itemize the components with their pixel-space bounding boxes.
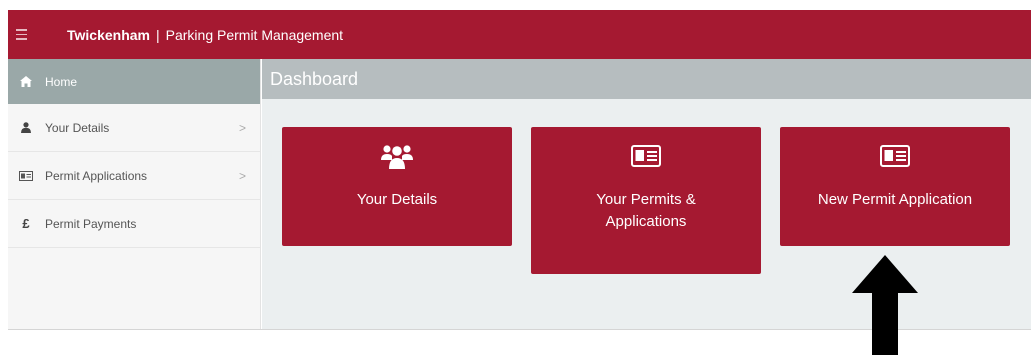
chevron-right-icon: > <box>238 120 246 135</box>
sidebar-item-label: Permit Applications <box>45 168 148 183</box>
sidebar-item-your-details[interactable]: Your Details > <box>8 104 260 152</box>
tile-your-details[interactable]: Your Details <box>282 127 512 246</box>
pound-icon: £ <box>22 216 30 231</box>
top-bar: Twickenham | Parking Permit Management <box>8 10 1031 59</box>
app-subtitle: Parking Permit Management <box>165 26 344 43</box>
id-card-icon <box>19 170 33 181</box>
tile-your-permits-applications[interactable]: Your Permits & Applications <box>531 127 761 274</box>
sidebar-item-label: Home <box>45 74 78 89</box>
tile-label: Your Details <box>356 191 438 208</box>
sidebar-item-permit-applications[interactable]: Permit Applications > <box>8 152 260 200</box>
sidebar-item-label: Permit Payments <box>45 216 137 231</box>
app-title: Twickenham | Parking Permit Management <box>67 27 343 43</box>
page-title: Dashboard <box>262 59 1031 99</box>
brand-name: Twickenham <box>67 26 150 43</box>
tile-label: Your Permits & Applications <box>596 191 696 230</box>
home-icon <box>19 76 33 87</box>
tile-label: New Permit Application <box>817 191 973 208</box>
arrow-up-icon <box>852 255 918 355</box>
user-icon <box>19 122 33 133</box>
chevron-right-icon: > <box>238 168 246 183</box>
title-separator: | <box>156 26 160 43</box>
sidebar-item-home[interactable]: Home <box>8 59 260 104</box>
users-icon <box>380 143 414 169</box>
sidebar-item-permit-payments[interactable]: £ Permit Payments <box>8 200 260 248</box>
sidebar-item-label: Your Details <box>45 120 110 135</box>
tile-new-permit-application[interactable]: New Permit Application <box>780 127 1010 246</box>
sidebar: Home Your Details > Permit Applications … <box>8 59 261 329</box>
id-card-icon <box>631 143 661 169</box>
id-card-icon <box>880 143 910 169</box>
hamburger-icon[interactable] <box>16 29 44 40</box>
